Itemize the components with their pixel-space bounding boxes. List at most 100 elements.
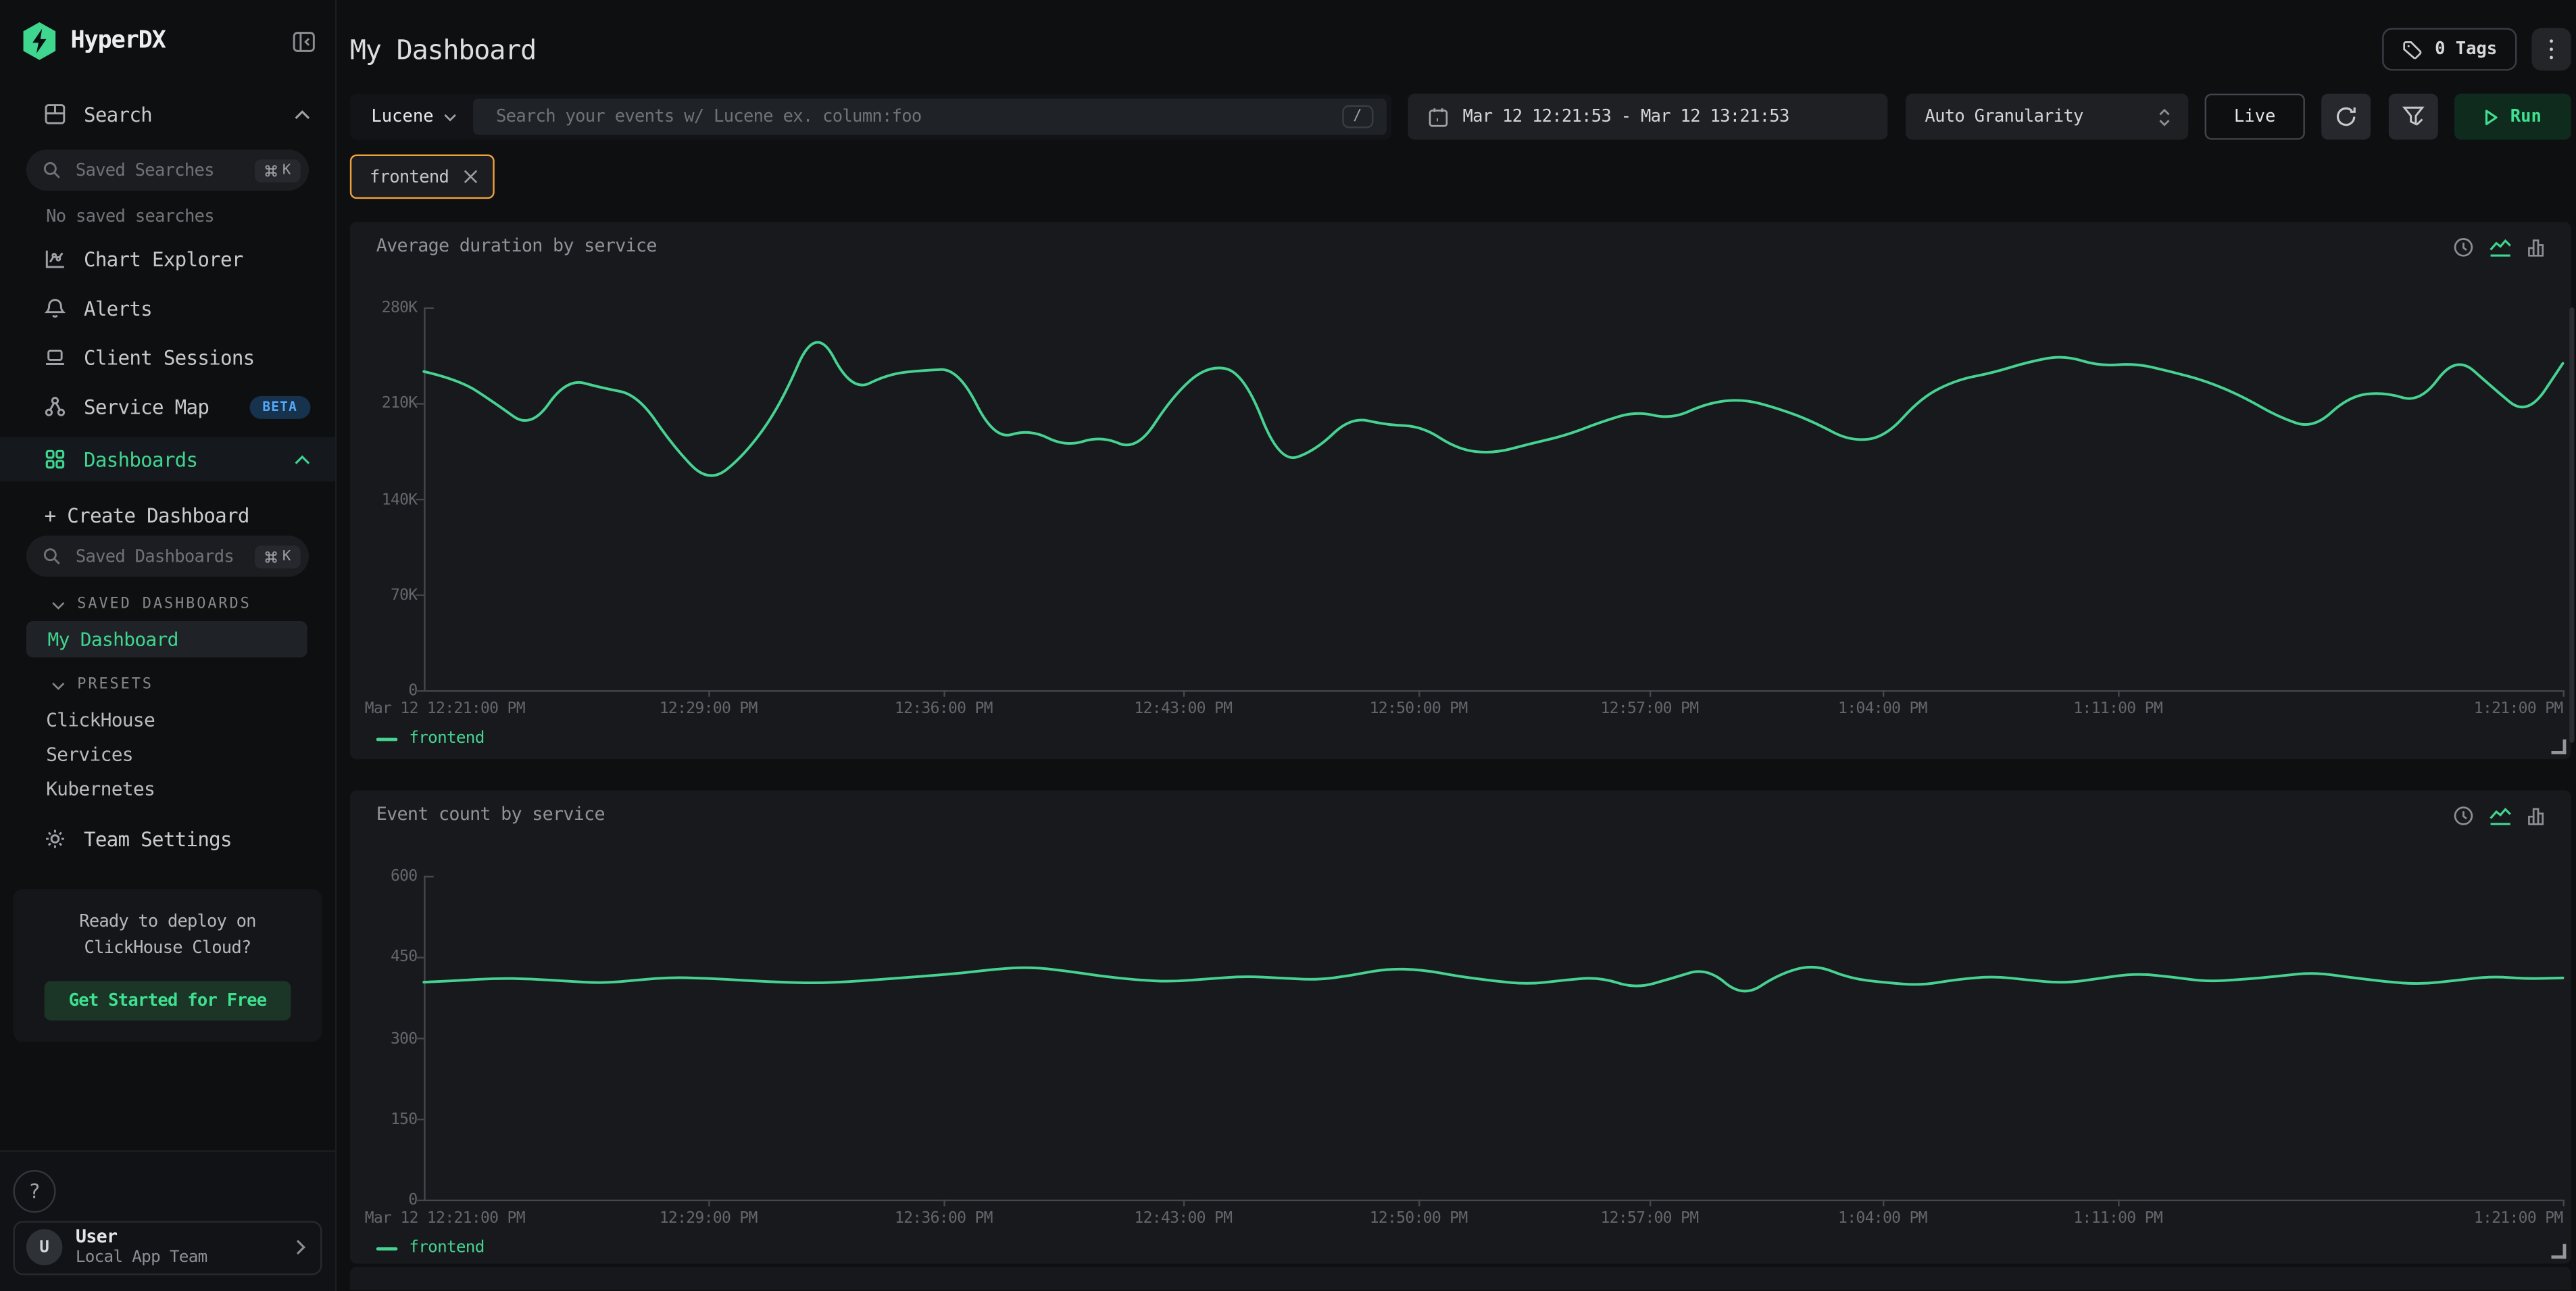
filter-edit-icon — [2401, 105, 2424, 128]
close-icon — [464, 169, 478, 184]
sidebar-item-client-sessions[interactable]: Client Sessions — [0, 337, 335, 378]
hyperdx-app: HyperDX Search K — [0, 0, 2576, 1291]
saved-dashboards-input[interactable] — [72, 545, 243, 568]
saved-searches-searchbox[interactable]: K — [26, 149, 309, 191]
chevron-down-icon — [51, 681, 66, 689]
sidebar-item-preset-clickhouse[interactable]: ClickHouse — [0, 702, 335, 736]
chart-canvas — [411, 297, 2571, 703]
user-menu[interactable]: U User Local App Team — [13, 1221, 322, 1275]
series-line-frontend — [424, 967, 2562, 991]
sidebar-item-label: Client Sessions — [84, 346, 255, 369]
sidebar: HyperDX Search K — [0, 0, 337, 1291]
slash-shortcut-badge: / — [1341, 105, 1373, 128]
y-axis-tick-label: 300 — [350, 1029, 418, 1048]
collapse-sidebar-icon — [293, 30, 316, 52]
saved-dashboards-searchbox[interactable]: K — [26, 536, 309, 577]
kebab-menu-icon — [2549, 39, 2553, 59]
section-presets[interactable]: PRESETS — [0, 677, 335, 693]
sidebar-item-label: Team Settings — [84, 827, 232, 850]
filter-chip-label: frontend — [370, 167, 449, 187]
refresh-button[interactable] — [2322, 94, 2371, 140]
create-dashboard-button[interactable]: + Create Dashboard — [0, 481, 335, 531]
next-panel-edge — [350, 1267, 2571, 1290]
run-button[interactable]: Run — [2454, 94, 2571, 140]
query-language-dropdown[interactable]: Lucene — [350, 94, 473, 140]
granularity-value: Auto Granularity — [1925, 107, 2083, 126]
chevron-down-icon — [443, 113, 456, 121]
event-search-input[interactable] — [493, 105, 1341, 128]
page-header: My Dashboard 0 Tags — [350, 26, 2571, 72]
sidebar-item-label: Search — [84, 103, 152, 126]
user-name: User — [76, 1227, 282, 1248]
tags-button[interactable]: 0 Tags — [2382, 28, 2517, 70]
beta-badge: BETA — [249, 395, 311, 418]
page-title: My Dashboard — [350, 34, 536, 65]
help-button[interactable]: ? — [13, 1169, 55, 1212]
date-range-value: Mar 12 12:21:53 - Mar 12 13:21:53 — [1462, 107, 1789, 126]
sidebar-item-service-map[interactable]: Service Map BETA — [0, 386, 335, 427]
avatar: U — [26, 1229, 62, 1265]
chart-panel-average-duration: Average duration by service — [350, 222, 2571, 759]
sidebar-item-label: Service Map — [84, 395, 209, 418]
sidebar-collapse-button[interactable] — [293, 30, 316, 52]
user-team: Local App Team — [76, 1248, 282, 1267]
section-saved-dashboards[interactable]: SAVED DASHBOARDS — [0, 596, 335, 612]
filter-button[interactable] — [2388, 94, 2437, 140]
calendar-icon — [1428, 106, 1450, 128]
saved-searches-input[interactable] — [72, 159, 243, 182]
legend-item-frontend[interactable]: frontend — [376, 1239, 485, 1257]
y-axis-tick-label: 600 — [350, 868, 418, 886]
remove-filter-button[interactable] — [464, 169, 478, 184]
legend-dash-icon — [376, 1246, 398, 1250]
dashboards-grid-icon — [45, 449, 66, 470]
logo-row: HyperDX — [0, 0, 335, 61]
question-mark-icon: ? — [28, 1179, 41, 1202]
cmd-k-shortcut: K — [255, 545, 301, 568]
line-chart-plot: 6004503001500Mar 12 12:21:00 PM12:29:00 … — [350, 790, 2571, 1263]
service-map-icon — [45, 396, 66, 418]
live-button[interactable]: Live — [2205, 94, 2305, 140]
date-range-picker[interactable]: Mar 12 12:21:53 - Mar 12 13:21:53 — [1408, 94, 1888, 140]
sidebar-item-search[interactable]: Search — [0, 94, 335, 135]
y-axis-tick-label: 210K — [350, 395, 418, 413]
dashboard-menu-button[interactable] — [2531, 28, 2571, 70]
no-saved-searches-text: No saved searches — [0, 191, 335, 230]
play-icon — [2484, 107, 2499, 126]
event-search-group: Lucene / — [350, 94, 1391, 140]
sidebar-item-label: Alerts — [84, 297, 152, 320]
get-started-button[interactable]: Get Started for Free — [44, 980, 291, 1019]
granularity-select[interactable]: Auto Granularity — [1905, 94, 2187, 140]
chart-legend: frontend — [376, 1239, 485, 1257]
y-axis-tick-label: 70K — [350, 586, 418, 604]
filter-chip-frontend[interactable]: frontend — [350, 155, 495, 199]
chevron-up-icon — [294, 109, 310, 120]
legend-label: frontend — [409, 729, 484, 748]
sidebar-item-my-dashboard[interactable]: My Dashboard — [26, 621, 307, 657]
search-layout-icon — [45, 103, 66, 125]
sidebar-item-chart-explorer[interactable]: Chart Explorer — [0, 239, 335, 280]
refresh-icon — [2335, 105, 2358, 128]
legend-label: frontend — [409, 1239, 484, 1257]
sidebar-item-alerts[interactable]: Alerts — [0, 287, 335, 328]
main-content: My Dashboard 0 Tags Lucene — [337, 0, 2576, 1291]
chevron-down-icon — [51, 601, 66, 609]
chart-panel-event-count: Event count by service — [350, 790, 2571, 1263]
laptop-icon — [45, 347, 66, 368]
line-chart-plot: 280K210K140K70K0Mar 12 12:21:00 PM12:29:… — [350, 222, 2571, 759]
sidebar-item-preset-kubernetes[interactable]: Kubernetes — [0, 771, 335, 805]
event-search-field: / — [473, 99, 1387, 135]
sidebar-item-team-settings[interactable]: Team Settings — [0, 819, 335, 860]
select-chevrons-icon — [2156, 106, 2171, 128]
chevron-up-icon — [294, 454, 310, 464]
vertical-scrollbar-thumb[interactable] — [2569, 308, 2574, 743]
sidebar-item-preset-services[interactable]: Services — [0, 736, 335, 771]
sidebar-item-dashboards[interactable]: Dashboards — [0, 437, 335, 482]
y-axis-tick-label: 150 — [350, 1111, 418, 1129]
y-axis-tick-label: 0 — [350, 682, 418, 700]
legend-item-frontend[interactable]: frontend — [376, 729, 485, 748]
legend-dash-icon — [376, 737, 398, 740]
clickhouse-cloud-promo-card: Ready to deploy on ClickHouse Cloud? Get… — [13, 889, 322, 1041]
tag-icon — [2402, 39, 2423, 60]
cmd-k-shortcut: K — [255, 159, 301, 182]
command-icon — [264, 164, 277, 176]
